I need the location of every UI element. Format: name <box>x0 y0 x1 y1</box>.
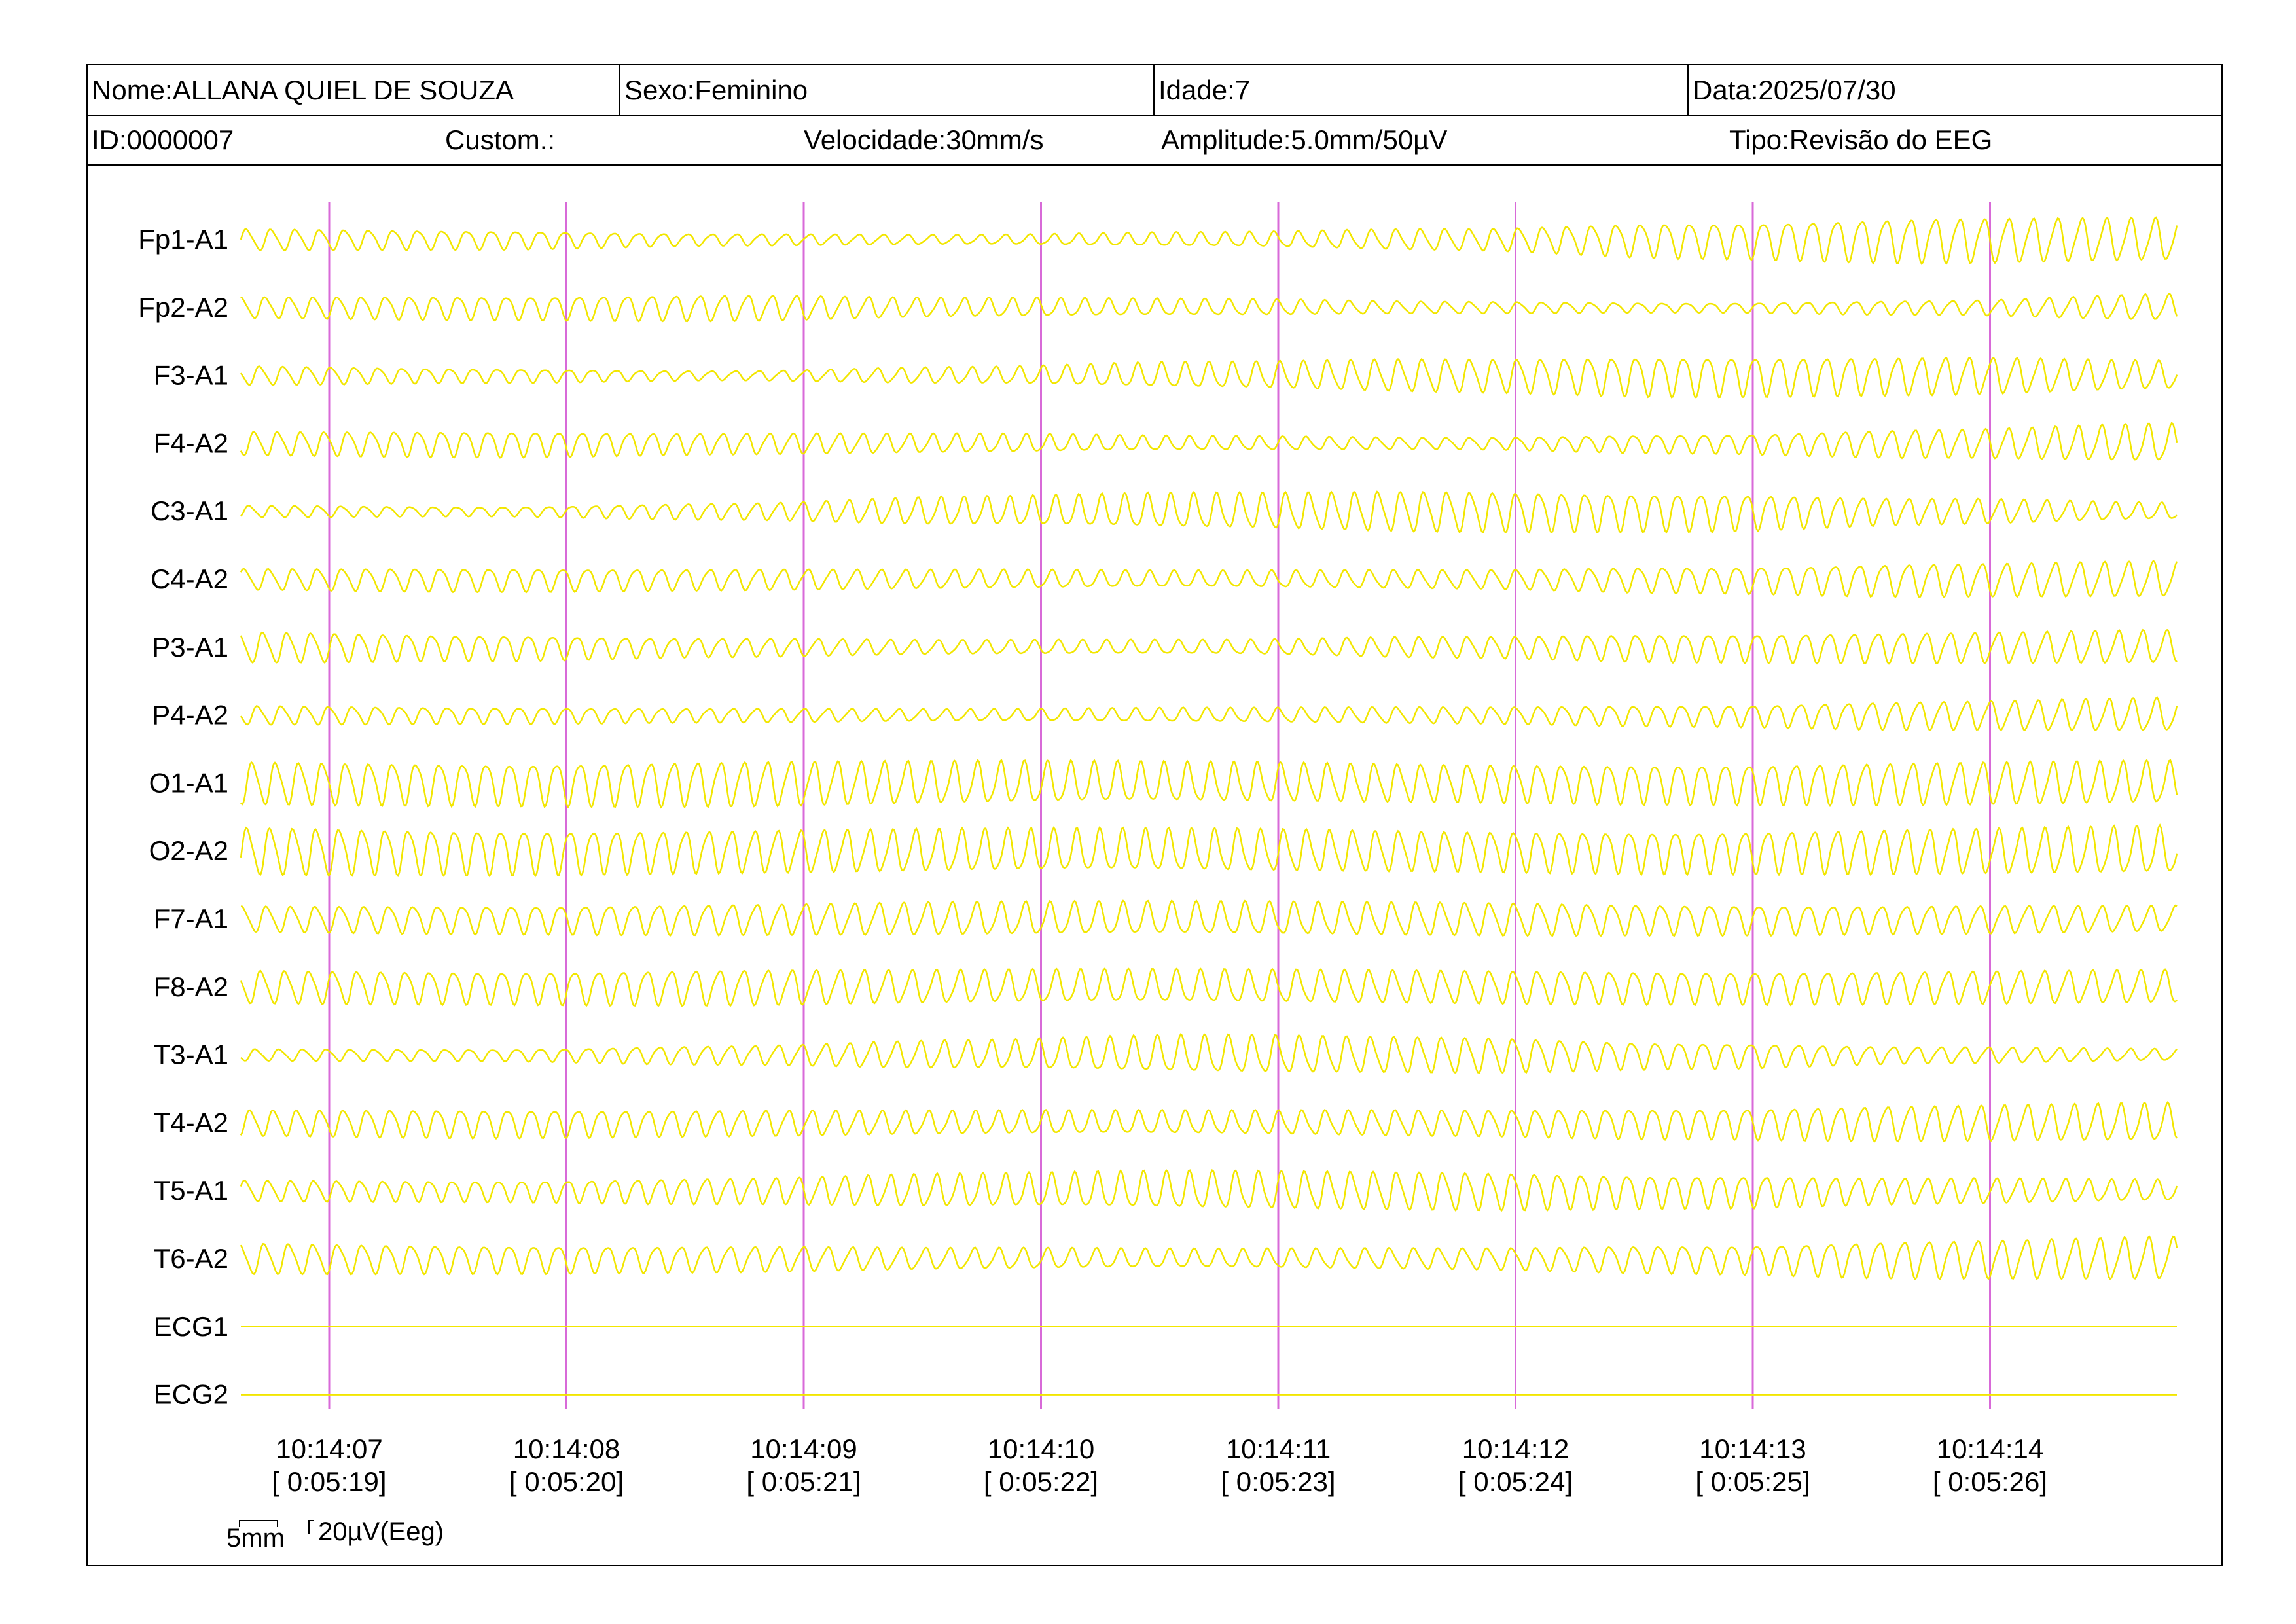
channel-label: C3-A1 <box>151 496 228 526</box>
time-marker-elapsed: [ 0:05:24] <box>1458 1466 1573 1497</box>
time-marker-elapsed: [ 0:05:19] <box>272 1466 386 1497</box>
time-marker-clock: 10:14:07 <box>276 1434 383 1464</box>
eeg-report: Nome:ALLANA QUIEL DE SOUZA Sexo:Feminino… <box>86 64 2223 1566</box>
time-scale-label: 5mm <box>226 1524 285 1553</box>
eeg-traces <box>240 216 2178 1396</box>
patient-sex: Sexo:Feminino <box>620 65 1155 115</box>
patient-name: Nome:ALLANA QUIEL DE SOUZA <box>88 65 620 115</box>
exam-date: Data:2025/07/30 <box>1693 74 1896 105</box>
eeg-trace <box>240 1168 2178 1212</box>
eeg-trace <box>240 1033 2178 1074</box>
time-marker-elapsed: [ 0:05:23] <box>1221 1466 1335 1497</box>
channel-labels: Fp1-A1 Fp2-A2 F3-A1 F4-A2 C3-A1 C4-A2 P3-A1 P4-… <box>138 224 228 1410</box>
time-marker-lines <box>328 202 1991 1409</box>
patient-age: Idade:7 <box>1155 65 1689 115</box>
time-marker-elapsed: [ 0:05:22] <box>984 1466 1098 1497</box>
time-marker-clock: 10:14:13 <box>1699 1434 1806 1464</box>
eeg-trace <box>240 422 2178 461</box>
eeg-trace <box>240 560 2178 598</box>
scale-bar: 5mm 20µV(Eeg) <box>226 1517 444 1553</box>
channel-label: F4-A2 <box>154 427 228 458</box>
amp-scale-bracket <box>308 1520 314 1534</box>
time-marker-clock: 10:14:09 <box>750 1434 857 1464</box>
patient-id: ID:0000007 <box>92 124 234 155</box>
channel-label: ECG2 <box>154 1379 228 1410</box>
time-marker-elapsed: [ 0:05:21] <box>746 1466 861 1497</box>
custom-field: Custom.: <box>445 124 556 155</box>
channel-label: T6-A2 <box>154 1243 228 1274</box>
time-marker-clock: 10:14:12 <box>1462 1434 1570 1464</box>
amp-scale-label: 20µV(Eeg) <box>318 1517 444 1546</box>
channel-label: O1-A1 <box>149 767 228 798</box>
time-marker-elapsed: [ 0:05:26] <box>1933 1466 2047 1497</box>
time-marker-clock: 10:14:14 <box>1937 1434 2044 1464</box>
channel-label: T5-A1 <box>154 1175 228 1206</box>
channel-label: F8-A2 <box>154 971 228 1002</box>
channel-label: P4-A2 <box>152 700 228 731</box>
amplitude-setting: Amplitude:5.0mm/50µV <box>1161 124 1448 155</box>
exam-type: Tipo:Revisão do EEG <box>1729 124 1993 155</box>
eeg-trace <box>240 1235 2178 1280</box>
channel-label: O2-A2 <box>149 835 228 866</box>
eeg-trace <box>240 628 2178 665</box>
eeg-trace <box>240 1100 2178 1143</box>
channel-label: P3-A1 <box>152 632 228 662</box>
eeg-trace <box>240 293 2178 323</box>
time-marker-clock: 10:14:11 <box>1226 1434 1331 1464</box>
channel-label: C4-A2 <box>151 564 228 594</box>
time-marker-clock: 10:14:08 <box>513 1434 620 1464</box>
eeg-trace <box>240 759 2178 809</box>
eeg-trace <box>240 967 2178 1007</box>
time-marker-clock: 10:14:10 <box>988 1434 1095 1464</box>
time-labels: 10:14:07[ 0:05:19] 10:14:08[ 0:05:20] 10:1… <box>272 1434 2047 1497</box>
channel-label: Fp2-A2 <box>138 292 228 323</box>
channel-label: T4-A2 <box>154 1107 228 1138</box>
header-row-patient: Nome:ALLANA QUIEL DE SOUZA Sexo:Feminino… <box>88 65 2221 116</box>
eeg-trace <box>240 696 2178 731</box>
eeg-plot: Fp1-A1 Fp2-A2 F3-A1 F4-A2 C3-A1 C4-A2 P3-A1 P4-… <box>138 202 2178 1553</box>
eeg-trace <box>240 216 2178 265</box>
channel-label: T3-A1 <box>154 1039 228 1070</box>
channel-label: Fp1-A1 <box>138 224 228 255</box>
time-marker-elapsed: [ 0:05:20] <box>509 1466 624 1497</box>
eeg-trace <box>240 356 2178 399</box>
eeg-trace <box>240 490 2178 534</box>
header-row-exam: ID:0000007 Custom.: Velocidade:30mm/s Am… <box>88 116 2221 166</box>
eeg-trace <box>240 899 2178 937</box>
speed-setting: Velocidade:30mm/s <box>804 124 1044 155</box>
channel-label: F3-A1 <box>154 360 228 391</box>
eeg-trace <box>240 823 2178 878</box>
channel-label: F7-A1 <box>154 903 228 934</box>
time-marker-elapsed: [ 0:05:25] <box>1695 1466 1810 1497</box>
channel-label: ECG1 <box>154 1311 228 1342</box>
